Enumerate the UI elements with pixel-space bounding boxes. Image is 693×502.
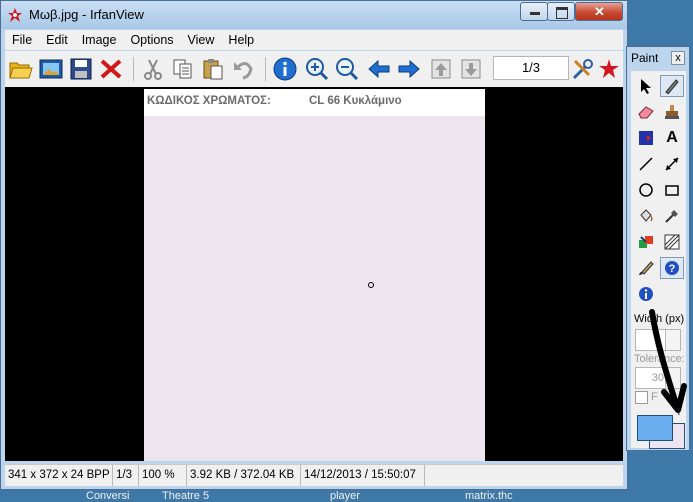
- irfanview-window: Μωβ.jpg - IrfanView ✕ File Edit Image Op…: [0, 0, 628, 490]
- color-code-label: ΚΩΔΙΚΟΣ ΧΡΩΜΑΤΟΣ:: [147, 95, 271, 107]
- settings-tools-icon[interactable]: [569, 55, 597, 83]
- minimize-button[interactable]: [520, 2, 548, 21]
- foreground-color-swatch[interactable]: [637, 415, 673, 441]
- paste-icon[interactable]: [199, 55, 227, 83]
- menu-options[interactable]: Options: [123, 33, 180, 47]
- undo-icon[interactable]: [229, 55, 257, 83]
- info-icon[interactable]: [271, 55, 299, 83]
- cut-icon[interactable]: [139, 55, 167, 83]
- previous-arrow-icon[interactable]: [365, 55, 393, 83]
- status-file-size: 3.92 KB / 372.04 KB: [187, 465, 301, 486]
- line-tool-icon[interactable]: [634, 153, 658, 175]
- desktop-icon-label-4[interactable]: matrix.thc: [465, 490, 513, 502]
- paint-close-button[interactable]: x: [671, 51, 685, 65]
- color-adjust-icon[interactable]: [634, 231, 658, 253]
- delete-icon[interactable]: [97, 55, 125, 83]
- open-folder-icon[interactable]: [7, 55, 35, 83]
- stamp-icon[interactable]: [660, 101, 684, 123]
- menu-bar: File Edit Image Options View Help: [5, 30, 623, 50]
- page-down-icon[interactable]: [457, 55, 485, 83]
- color-replace-icon[interactable]: [634, 127, 658, 149]
- menu-edit[interactable]: Edit: [39, 33, 75, 47]
- desktop-icon-label-1[interactable]: Conversi: [86, 490, 129, 502]
- circle-tool-icon[interactable]: [634, 179, 658, 201]
- irfanview-icon: [7, 7, 23, 23]
- pen-icon[interactable]: [660, 75, 684, 97]
- exit-icon[interactable]: [597, 55, 621, 83]
- window-title: Μωβ.jpg - IrfanView: [29, 7, 144, 22]
- desktop-icon-label-2[interactable]: Theatre 5: [162, 490, 209, 502]
- page-indicator[interactable]: 1/3: [493, 56, 569, 80]
- text-tool-icon[interactable]: A: [660, 127, 684, 149]
- color-code-value: CL 66 Κυκλάμινο: [309, 95, 402, 107]
- drawn-arrow-annotation: [649, 309, 687, 413]
- copy-icon[interactable]: [169, 55, 197, 83]
- svg-text:?: ?: [669, 263, 676, 275]
- fill-bucket-icon[interactable]: [634, 205, 658, 227]
- maximize-button[interactable]: [547, 2, 575, 21]
- color-picker-icon[interactable]: [660, 205, 684, 227]
- help-icon[interactable]: ?: [660, 257, 684, 279]
- desktop-icon-label-3[interactable]: player: [330, 490, 360, 502]
- info-small-icon[interactable]: [634, 283, 658, 305]
- arrow-line-icon[interactable]: [660, 153, 684, 175]
- close-icon: ✕: [594, 4, 605, 19]
- save-icon[interactable]: [67, 55, 95, 83]
- status-page: 1/3: [113, 465, 139, 486]
- minimize-icon: [530, 12, 540, 15]
- next-arrow-icon[interactable]: [395, 55, 423, 83]
- image-header: ΚΩΔΙΚΟΣ ΧΡΩΜΑΤΟΣ: CL 66 Κυκλάμινο: [144, 89, 485, 116]
- select-arrow-icon[interactable]: [634, 75, 658, 97]
- page-up-icon[interactable]: [427, 55, 455, 83]
- zoom-in-icon[interactable]: [303, 55, 331, 83]
- close-button[interactable]: ✕: [575, 2, 623, 21]
- brush-icon[interactable]: [634, 257, 658, 279]
- zoom-out-icon[interactable]: [333, 55, 361, 83]
- paint-title: Paint: [631, 51, 659, 65]
- status-zoom: 100 %: [139, 465, 187, 486]
- menu-image[interactable]: Image: [75, 33, 124, 47]
- mouse-cursor-dot: [368, 282, 374, 288]
- image-viewport[interactable]: ΚΩΔΙΚΟΣ ΧΡΩΜΑΤΟΣ: CL 66 Κυκλάμινο: [5, 87, 623, 461]
- gradient-tool-icon[interactable]: [660, 231, 684, 253]
- title-bar[interactable]: Μωβ.jpg - IrfanView ✕: [1, 1, 627, 29]
- toolbar: 1/3: [5, 51, 623, 87]
- status-bar: 341 x 372 x 24 BPP 1/3 100 % 3.92 KB / 3…: [5, 464, 623, 486]
- menu-file[interactable]: File: [5, 33, 39, 47]
- menu-help[interactable]: Help: [221, 33, 261, 47]
- maximize-icon: [556, 7, 568, 19]
- displayed-image: ΚΩΔΙΚΟΣ ΧΡΩΜΑΤΟΣ: CL 66 Κυκλάμινο: [144, 89, 485, 461]
- menu-view[interactable]: View: [181, 33, 222, 47]
- rectangle-tool-icon[interactable]: [660, 179, 684, 201]
- status-datetime: 14/12/2013 / 15:50:07: [301, 465, 425, 486]
- slideshow-icon[interactable]: [37, 55, 65, 83]
- status-dimensions: 341 x 372 x 24 BPP: [5, 465, 113, 486]
- eraser-icon[interactable]: [634, 101, 658, 123]
